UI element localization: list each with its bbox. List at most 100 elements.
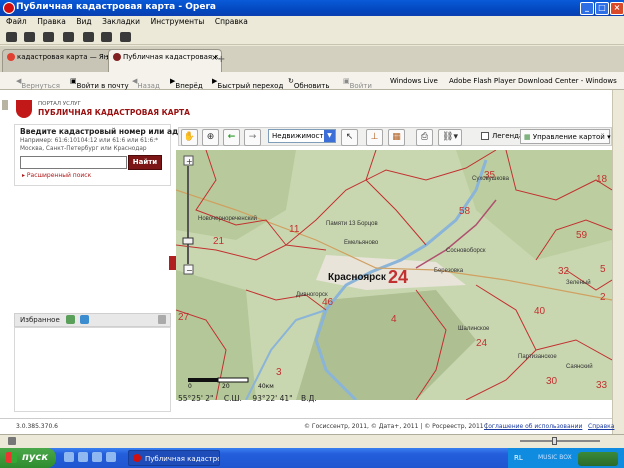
district-number: 59 — [576, 230, 588, 241]
favorites-add-icon[interactable] — [66, 315, 75, 324]
favorites-delete-icon[interactable] — [158, 315, 166, 324]
print-map-icon[interactable]: ⎙ — [416, 129, 433, 146]
district-number: 58 — [459, 206, 471, 217]
page-scrollbar[interactable] — [612, 90, 624, 434]
tab-yandex-label: кадастровая карта — Янд... — [17, 53, 116, 61]
district-number: 30 — [546, 376, 558, 387]
browser-zoom-thumb[interactable] — [552, 437, 557, 445]
pan-hand-icon[interactable]: ✋ — [181, 129, 198, 146]
opera-logo-icon — [133, 454, 141, 462]
panel-toggle-handle[interactable] — [2, 100, 8, 110]
layer-select[interactable]: Недвижимость ▼ — [268, 129, 336, 143]
help-link[interactable]: Справка — [588, 423, 614, 430]
panel-icon[interactable] — [8, 437, 16, 445]
open-icon[interactable] — [6, 32, 17, 42]
latitude-label: С.Ш. — [223, 394, 242, 403]
identify-icon[interactable]: ↖ — [341, 129, 358, 146]
terms-link[interactable]: Соглашение об использовании — [484, 423, 582, 430]
measure-icon[interactable]: ⊥ — [366, 129, 383, 146]
search-input[interactable] — [20, 156, 127, 169]
start-button[interactable]: пуск — [0, 448, 56, 468]
search-example-2: Москва, Санкт-Петербург или Краснодар — [20, 146, 147, 152]
find-button[interactable]: Найти — [128, 155, 162, 170]
scale-segment — [188, 378, 218, 382]
quicklaunch-icon[interactable] — [64, 452, 74, 462]
district-number: 11 — [289, 224, 300, 235]
bookmark-adobe-flash[interactable]: Adobe Flash Player Download Center - Win… — [449, 77, 617, 85]
district-number: 32 — [558, 266, 570, 277]
district-number: 4 — [391, 314, 397, 325]
quicklaunch-icon[interactable] — [92, 452, 102, 462]
save-icon[interactable] — [24, 32, 35, 42]
search-label: Введите кадастровый номер или адрес: — [20, 127, 197, 136]
refresh-button[interactable]: ↻ Обновить — [288, 77, 329, 90]
bookmark-windows-live[interactable]: Windows Live — [390, 77, 438, 85]
taskbar-item-label: Публичная кадастрова... — [145, 455, 219, 463]
signin-label: Войти — [349, 82, 372, 90]
district-number: 27 — [178, 312, 190, 323]
legend-checkbox[interactable] — [481, 132, 489, 140]
new-tab-icon[interactable]: + — [217, 54, 225, 65]
forward-label: Вперёд — [175, 82, 203, 90]
menu-bookmarks[interactable]: Закладки — [98, 16, 144, 27]
menu-edit[interactable]: Правка — [33, 16, 70, 27]
menu-view[interactable]: Вид — [72, 16, 95, 27]
minimize-button[interactable]: _ — [580, 2, 594, 15]
opera-logo-icon — [3, 2, 15, 14]
window-titlebar: Публичная кадастровая карта - Opera _ □ … — [0, 0, 624, 16]
forward-button[interactable]: ▶ Вперёд — [170, 77, 203, 90]
print-icon[interactable] — [43, 32, 54, 42]
zoom-handle[interactable] — [182, 237, 194, 245]
quicklaunch-icon[interactable] — [78, 452, 88, 462]
page-title: ПУБЛИЧНАЯ КАДАСТРОВАЯ КАРТА — [38, 108, 190, 117]
panel-collapse-tab[interactable] — [169, 256, 176, 270]
longitude-label: В.Д. — [301, 394, 317, 403]
area-tool-icon[interactable]: ▦ — [388, 129, 405, 146]
zoom-in-glyph: + — [186, 157, 193, 166]
fast-forward-button[interactable]: ▶ Быстрый переход — [212, 77, 283, 90]
home-icon[interactable] — [83, 32, 94, 42]
back-label: Вернуться — [21, 82, 60, 90]
wand-icon[interactable] — [120, 32, 131, 42]
close-button[interactable]: × — [610, 2, 624, 15]
icon-toolbar — [0, 29, 624, 45]
place-name: Шалинское — [458, 326, 490, 332]
globe-favicon-icon — [113, 53, 121, 61]
quicklaunch-icon[interactable] — [106, 452, 116, 462]
place-name: Новочернореченский — [198, 215, 257, 222]
grid-icon: ▦ — [524, 133, 533, 141]
link-icon[interactable]: ⛓▾ — [438, 129, 462, 146]
maximize-button[interactable]: □ — [595, 2, 609, 15]
results-area — [14, 186, 171, 313]
scale-label: 40км — [258, 383, 274, 390]
signin-button[interactable]: ▣ Войти — [343, 77, 372, 90]
window-title: Публичная кадастровая карта - Opera — [16, 2, 216, 12]
cadastral-map[interactable]: 21 11 35 18 58 59 46 27 4 3 24 40 30 33 … — [176, 150, 612, 400]
taskbar-item-opera[interactable]: Публичная кадастрова... — [128, 450, 220, 466]
tab-cadastral-label: Публичная кадастровая к... — [123, 53, 222, 61]
browser-zoom-track[interactable] — [520, 440, 600, 442]
login-mail-label: Войти в почту — [76, 82, 129, 90]
login-mail-button[interactable]: ▣ Войти в почту — [70, 77, 129, 90]
system-tray: RL MUSIC BOX — [508, 448, 624, 468]
panel-icon[interactable] — [101, 32, 112, 42]
find-icon[interactable] — [63, 32, 74, 42]
favorites-list — [14, 327, 171, 412]
advanced-search-link[interactable]: ▸ Расширенный поиск — [22, 172, 91, 179]
back-button[interactable]: ◀ Вернуться — [16, 77, 60, 90]
favorites-refresh-icon[interactable] — [80, 315, 89, 324]
copyright-text: © Госиссентр, 2011, © Дата+, 2011 | © Ро… — [304, 423, 488, 430]
menu-file[interactable]: Файл — [2, 16, 31, 27]
back-arrow-icon[interactable]: ← — [223, 129, 240, 146]
menu-help[interactable]: Справка — [211, 16, 252, 27]
nav-toolbar: ◀ Вернуться ▣ Войти в почту ◀ Назад ▶ Впе… — [0, 72, 624, 90]
zoom-box-icon[interactable]: ⊕ — [202, 129, 219, 146]
tray-language[interactable]: RL — [514, 454, 523, 462]
map-control-label: Управление картой — [532, 133, 605, 141]
place-name: Суховушкова — [472, 176, 510, 182]
menu-tools[interactable]: Инструменты — [147, 16, 209, 27]
forward-arrow-icon[interactable]: → — [244, 129, 261, 146]
map-control-button[interactable]: ▦ Управление картой ▾ — [520, 129, 611, 144]
prev-button[interactable]: ◀ Назад — [132, 77, 160, 90]
prev-label: Назад — [137, 82, 160, 90]
